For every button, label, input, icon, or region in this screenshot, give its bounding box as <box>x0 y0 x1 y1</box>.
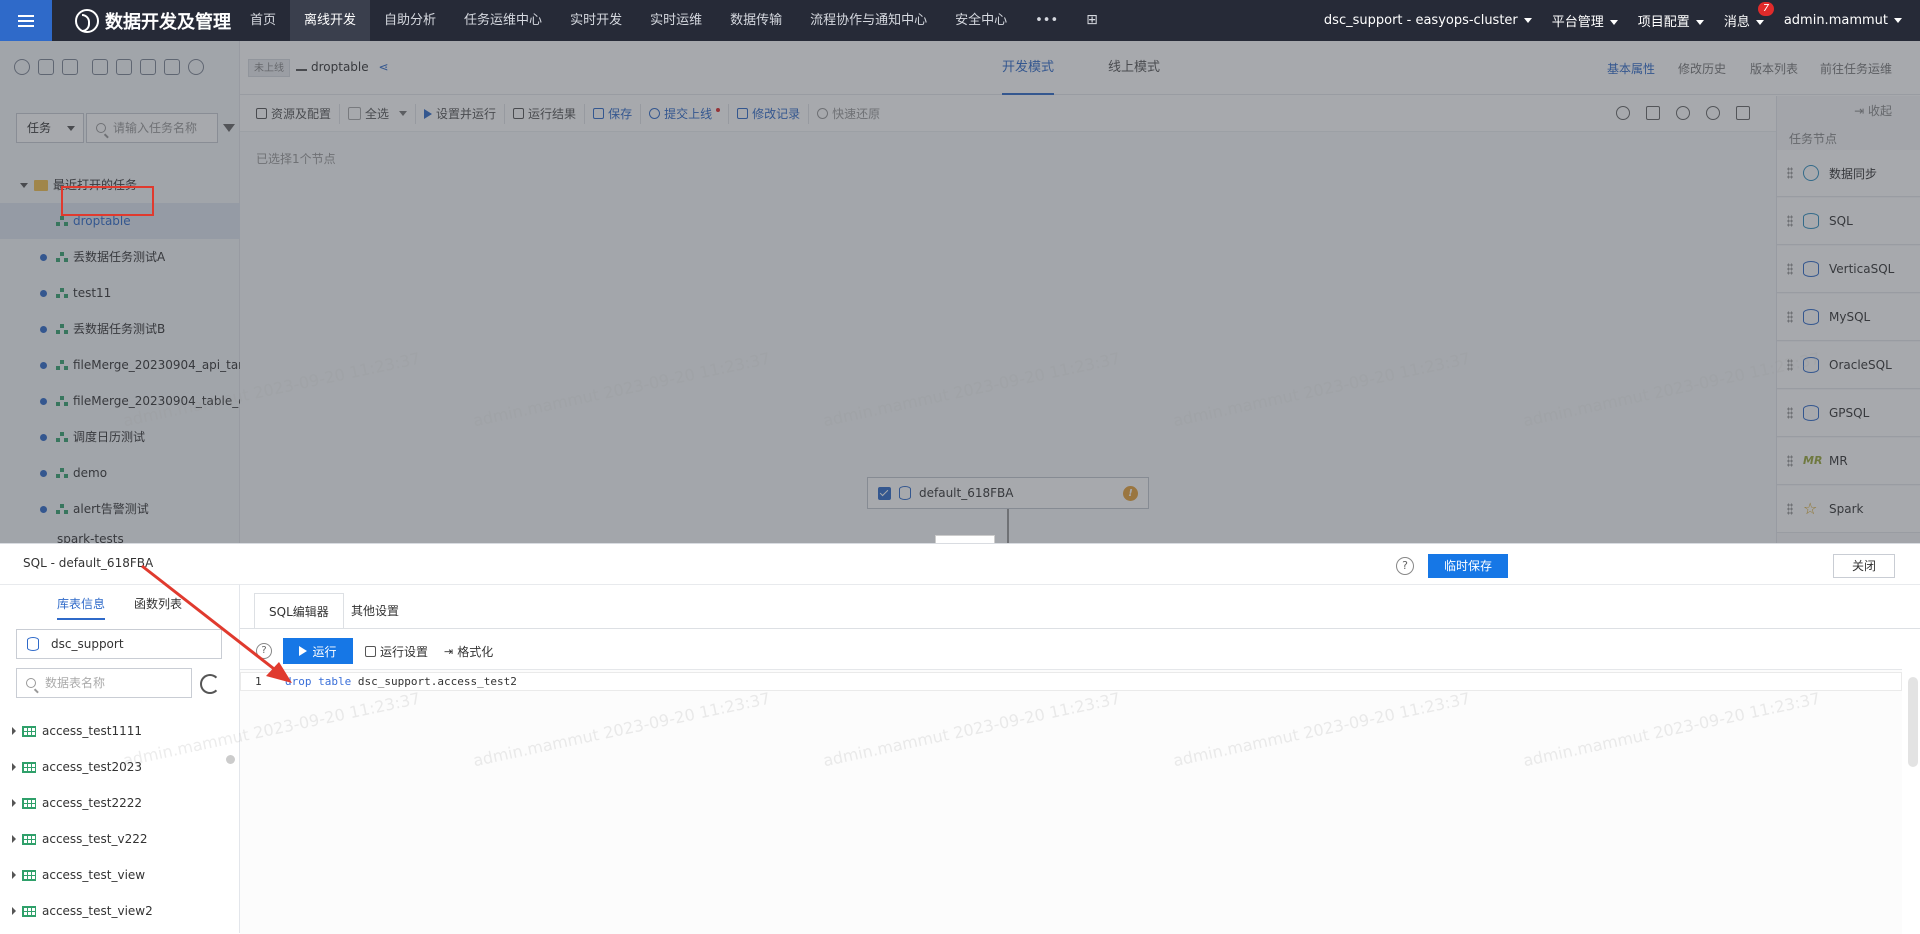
annotation-arrow <box>141 564 292 683</box>
arrow-line <box>141 564 279 674</box>
